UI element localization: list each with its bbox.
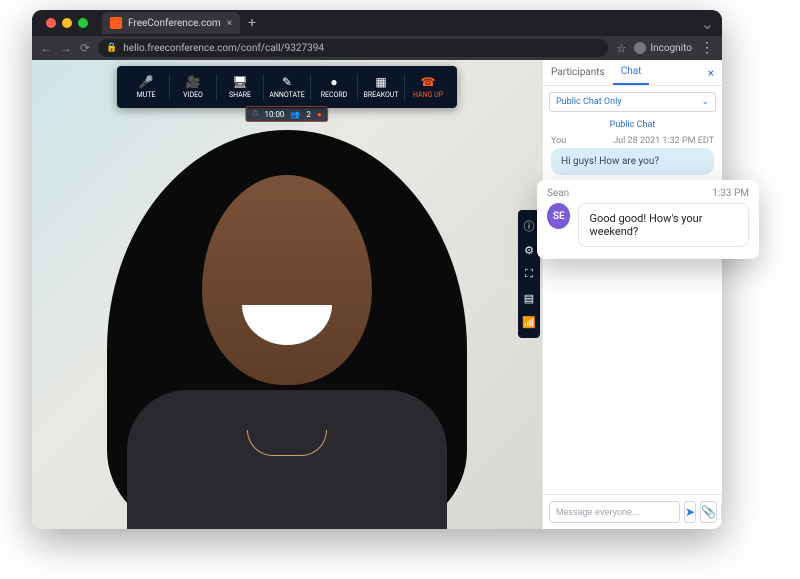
chat-composer: ➤ 📎 ⋯ [543, 494, 722, 529]
mute-button[interactable]: 🎤 MUTE [123, 70, 169, 104]
profile-label: Incognito [650, 43, 692, 54]
chat-filter-label: Public Chat Only [556, 97, 622, 107]
video-stage: 🎤 MUTE 🎥 VIDEO 🖥 SHARE ✎ ANNOTATE ● RECORD ▦ B… [32, 60, 542, 529]
mic-icon: 🎤 [139, 75, 153, 89]
layout-button[interactable]: ▤ [518, 286, 540, 310]
tab-overflow-icon[interactable]: ⌄ [701, 14, 722, 33]
message-bubble: Good good! How's your weekend? [578, 203, 749, 247]
browser-menu-button[interactable]: ⋮ [700, 40, 714, 56]
incognito-icon [634, 42, 646, 54]
annotate-button[interactable]: ✎ ANNOTATE [264, 70, 310, 104]
breakout-button[interactable]: ▦ BREAKOUT [358, 70, 404, 104]
breakout-label: BREAKOUT [363, 91, 398, 99]
hangup-label: HANG UP [413, 91, 443, 99]
browser-tab[interactable]: FreeConference.com × [102, 12, 240, 34]
browser-chrome: FreeConference.com × + ⌄ ← → ⟳ 🔒 hello.f… [32, 10, 722, 60]
message-input[interactable] [549, 501, 680, 523]
hangup-button[interactable]: ☎ HANG UP [405, 70, 451, 104]
lock-icon: 🔒 [106, 43, 117, 53]
app-content: 🎤 MUTE 🎥 VIDEO 🖥 SHARE ✎ ANNOTATE ● RECORD ▦ B… [32, 60, 722, 529]
send-icon: ➤ [685, 505, 695, 519]
reload-button[interactable]: ⟳ [80, 41, 90, 55]
address-field[interactable]: 🔒 hello.freeconference.com/conf/call/932… [98, 39, 608, 57]
minimize-window-icon[interactable] [62, 18, 72, 28]
camera-icon: 🎥 [186, 75, 200, 89]
record-label: RECORD [321, 91, 348, 99]
bookmark-icon[interactable]: ☆ [616, 42, 626, 55]
pencil-icon: ✎ [280, 75, 294, 89]
favicon-icon [110, 17, 122, 29]
info-icon: ⓘ [524, 218, 535, 234]
maximize-window-icon[interactable] [78, 18, 88, 28]
timer-value: 10:00 [265, 110, 285, 119]
record-icon: ● [327, 75, 341, 89]
own-message-bubble: Hi guys! How are you? [551, 148, 714, 175]
participants-icon: 👥 [290, 110, 300, 119]
annotate-label: ANNOTATE [269, 91, 304, 99]
record-button[interactable]: ● RECORD [311, 70, 357, 104]
share-button[interactable]: 🖥 SHARE [217, 70, 263, 104]
layout-icon: ▤ [524, 292, 534, 305]
share-label: SHARE [229, 91, 251, 99]
gear-icon: ⚙ [524, 244, 534, 257]
mute-label: MUTE [137, 91, 156, 99]
wifi-icon: 📶 [522, 316, 536, 329]
browser-window: FreeConference.com × + ⌄ ← → ⟳ 🔒 hello.f… [32, 10, 722, 529]
send-button[interactable]: ➤ [684, 501, 696, 523]
close-tab-icon[interactable]: × [227, 18, 232, 29]
forward-button[interactable]: → [60, 41, 72, 55]
window-controls [40, 18, 94, 28]
new-tab-button[interactable]: + [248, 15, 256, 31]
tab-chat[interactable]: Chat [613, 60, 650, 85]
participants-count: 2 [306, 110, 311, 119]
fullscreen-button[interactable]: ⛶ [518, 262, 540, 286]
chat-panel: Participants Chat × Public Chat Only ⌄ P… [542, 60, 722, 529]
call-toolbar: 🎤 MUTE 🎥 VIDEO 🖥 SHARE ✎ ANNOTATE ● RECORD ▦ B… [117, 66, 457, 108]
chat-section-header: Public Chat [543, 118, 722, 136]
share-icon: 🖥 [233, 75, 247, 89]
timer-icon: ⏱ [252, 109, 258, 119]
chat-tabs: Participants Chat × [543, 60, 722, 86]
phone-icon: ☎ [421, 75, 435, 89]
avatar: SE [547, 203, 570, 229]
back-button[interactable]: ← [40, 41, 52, 55]
message-meta: Sean 1:33 PM [547, 188, 749, 199]
url-bar: ← → ⟳ 🔒 hello.freeconference.com/conf/ca… [32, 36, 722, 60]
chevron-down-icon: ⌄ [701, 97, 709, 107]
more-button[interactable]: ⋯ [721, 501, 722, 523]
url-text: hello.freeconference.com/conf/call/93273… [123, 43, 324, 54]
grid-icon: ▦ [374, 75, 388, 89]
message-time: Jul 28 2021 1:32 PM EDT [613, 136, 714, 146]
participant-video [127, 390, 447, 529]
message-meta: You Jul 28 2021 1:32 PM EDT [543, 136, 722, 148]
message-sender: Sean [547, 188, 569, 199]
close-chat-button[interactable]: × [700, 66, 722, 80]
call-status: ⏱ 10:00 👥 2 ● [245, 106, 328, 122]
attach-button[interactable]: 📎 [700, 501, 717, 523]
message-sender: You [551, 136, 566, 146]
message-time: 1:33 PM [712, 188, 749, 199]
tab-title: FreeConference.com [128, 18, 221, 29]
video-label: VIDEO [183, 91, 203, 99]
chat-filter-dropdown[interactable]: Public Chat Only ⌄ [549, 92, 716, 112]
close-window-icon[interactable] [46, 18, 56, 28]
incoming-message-card: Sean 1:33 PM SE Good good! How's your we… [537, 180, 759, 259]
network-button[interactable]: 📶 [518, 310, 540, 334]
tab-bar: FreeConference.com × + ⌄ [32, 10, 722, 36]
tab-participants[interactable]: Participants [543, 61, 613, 84]
video-button[interactable]: 🎥 VIDEO [170, 70, 216, 104]
record-dot-icon: ● [317, 110, 322, 119]
profile-chip[interactable]: Incognito [634, 42, 692, 54]
fullscreen-icon: ⛶ [525, 267, 533, 281]
paperclip-icon: 📎 [701, 505, 716, 519]
